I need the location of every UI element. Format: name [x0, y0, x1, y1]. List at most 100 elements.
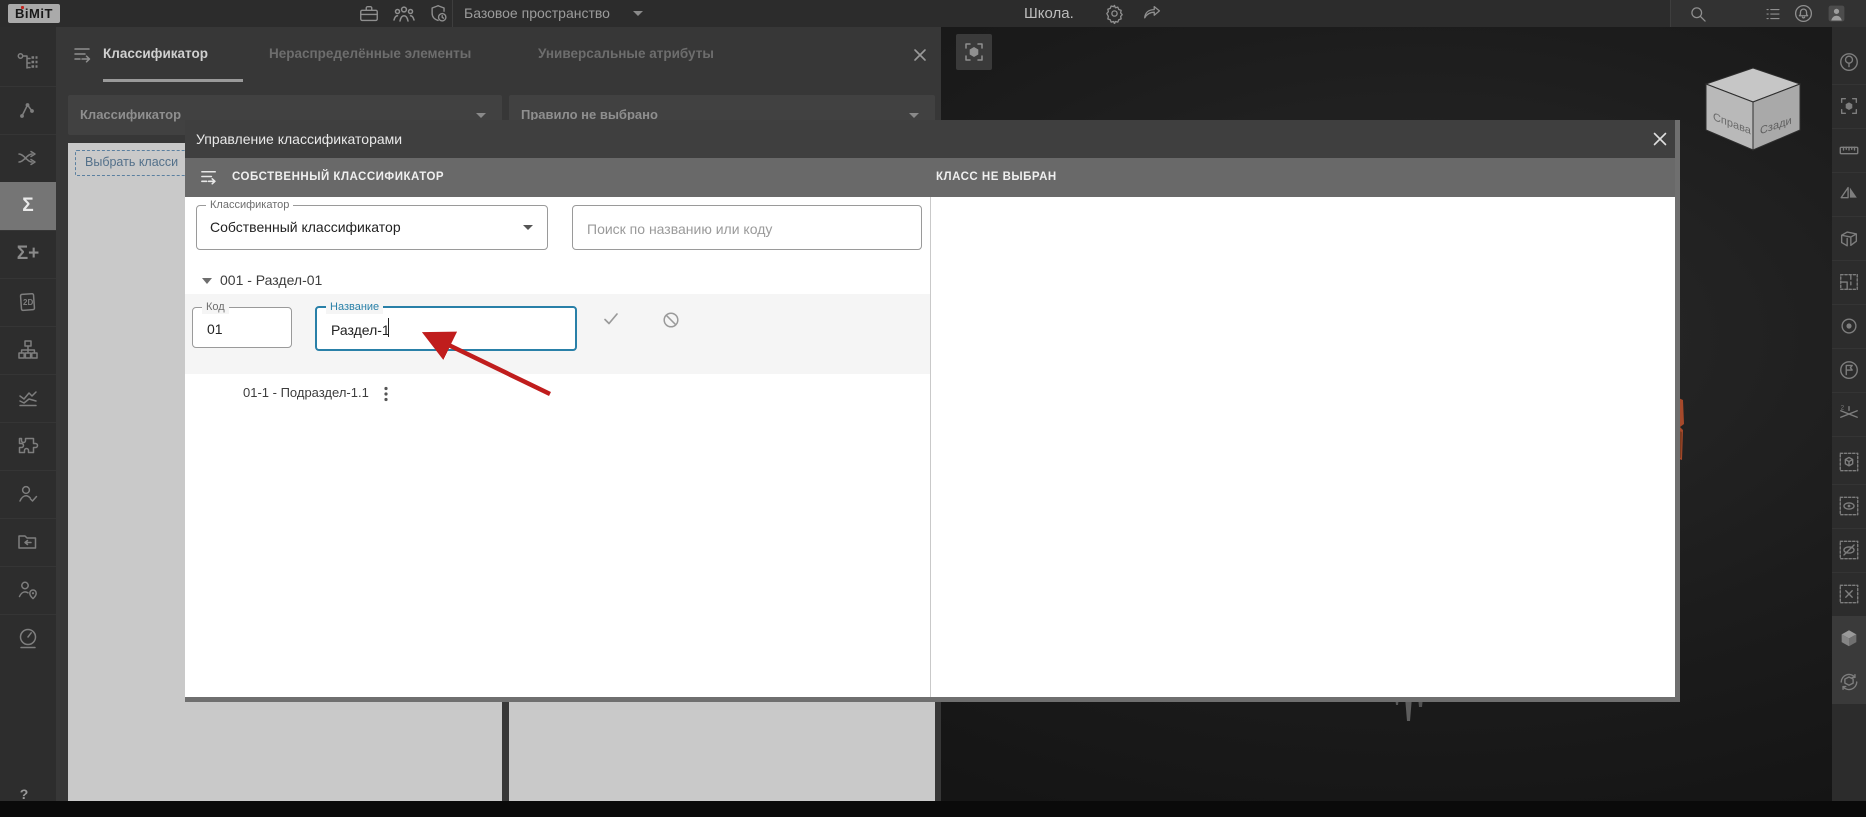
navigation-cube[interactable]: Справа Сзади — [1703, 66, 1803, 152]
focus-selection-icon — [965, 43, 983, 61]
help-button[interactable]: ? — [14, 784, 34, 804]
sidebar-item-classifier-add[interactable]: Σ+ — [0, 230, 56, 279]
bottom-strip — [0, 801, 1866, 817]
code-input[interactable] — [205, 308, 265, 349]
sigma-plus-icon: Σ+ — [16, 243, 40, 264]
project-name: Школа. — [1024, 5, 1074, 22]
confirm-icon[interactable] — [602, 310, 620, 328]
classifier-menu-icon[interactable] — [199, 167, 220, 188]
toolbar-clear-selection-button[interactable] — [1832, 572, 1866, 617]
frame-hexagon-icon — [1840, 97, 1858, 115]
tree-expand-icon[interactable] — [202, 278, 212, 284]
cube-refresh-icon — [1840, 673, 1858, 691]
tree-row-root[interactable]: 001 - Раздел-01 — [185, 268, 930, 294]
modal-titlebar: Управление классификаторами — [185, 120, 1675, 158]
flip-icon — [1840, 186, 1857, 199]
solid-cube-icon — [1841, 630, 1857, 647]
toolbar-isolate-button[interactable] — [1832, 440, 1866, 485]
briefcase-icon[interactable] — [358, 3, 380, 25]
sidebar-item-hierarchy[interactable] — [0, 326, 56, 375]
modal-subheader: СОБСТВЕННЫЙ КЛАССИФИКАТОР КЛАСС НЕ ВЫБРА… — [185, 158, 1675, 197]
toolbar-box-section-button[interactable] — [1832, 216, 1866, 261]
sidebar-item-mapping[interactable] — [0, 134, 56, 183]
focus-selection-button[interactable] — [956, 34, 992, 70]
toolbar-reload-model-button[interactable] — [1832, 660, 1866, 704]
tab-undistributed-elements[interactable]: Нераспределённые элементы — [269, 27, 471, 80]
account-icon[interactable] — [1826, 3, 1847, 24]
sidebar-item-assignments[interactable] — [0, 566, 56, 615]
shuffle-icon — [18, 150, 36, 166]
kebab-menu-icon[interactable] — [379, 385, 393, 403]
target-icon — [1841, 318, 1857, 334]
search-field[interactable] — [572, 205, 922, 251]
toolbar-axes-button[interactable]: 2 — [1832, 392, 1866, 437]
puzzle-icon — [18, 437, 39, 454]
toolbar-select-group-button[interactable] — [1832, 84, 1866, 129]
sidebar-item-import[interactable] — [0, 518, 56, 567]
search-input[interactable] — [585, 206, 895, 251]
sidebar-item-connections[interactable] — [0, 86, 56, 135]
share-icon[interactable] — [1142, 4, 1163, 23]
sidebar-item-plugins[interactable] — [0, 422, 56, 471]
toolbar-solid-mode-button[interactable] — [1832, 616, 1866, 661]
selection-cube-icon — [1839, 452, 1859, 472]
tree-structure-icon — [17, 53, 38, 69]
annotation-arrow — [421, 331, 551, 397]
tree-root-label: 001 - Раздел-01 — [220, 272, 323, 288]
toolbar-section-plane-button[interactable] — [1832, 172, 1866, 217]
sidebar-item-2d[interactable]: 2D — [0, 278, 56, 327]
team-icon[interactable] — [392, 3, 416, 25]
panel-menu-icon[interactable] — [72, 44, 94, 66]
sidebar-item-analytics[interactable] — [0, 374, 56, 423]
toolbar-vegetation-button[interactable] — [1832, 40, 1866, 85]
panel-close-icon[interactable] — [912, 47, 928, 63]
toolbar-hide-button[interactable] — [1832, 528, 1866, 573]
list-icon[interactable] — [1764, 5, 1782, 23]
pane-divider — [930, 197, 931, 697]
classifier-select[interactable]: Классификатор Собственный классификатор — [196, 199, 548, 250]
topbar-divider — [452, 0, 453, 27]
shield-clock-icon[interactable] — [428, 3, 450, 25]
toolbar-flag-button[interactable] — [1832, 348, 1866, 393]
sidebar-item-structure[interactable] — [0, 38, 56, 87]
selection-eye-icon — [1839, 496, 1859, 516]
right-pane-header: КЛАСС НЕ ВЫБРАН — [936, 171, 1057, 183]
classifier-filter-label: Классификатор — [80, 107, 182, 122]
cancel-icon[interactable] — [662, 311, 680, 329]
tree-child-label: 01-1 - Подраздел-1.1 — [243, 385, 369, 400]
floorplan-icon — [1840, 273, 1858, 291]
toolbar-measure-button[interactable] — [1832, 128, 1866, 173]
svg-text:2D: 2D — [23, 298, 33, 307]
toolbar-show-button[interactable] — [1832, 484, 1866, 529]
connector-icon — [20, 103, 34, 118]
active-tab-underline — [103, 79, 243, 82]
viewport-toolbar: 2 — [1832, 27, 1866, 801]
toolbar-locate-button[interactable] — [1832, 304, 1866, 349]
search-icon[interactable] — [1688, 4, 1708, 24]
sidebar-item-classifier[interactable]: Σ — [0, 182, 56, 231]
workspace-selector[interactable]: Базовое пространство — [464, 0, 610, 27]
code-field[interactable]: Код — [192, 301, 292, 349]
folder-import-icon — [18, 535, 37, 549]
box-3d-icon — [1840, 231, 1858, 247]
logo-red-dot — [21, 6, 24, 9]
ruler-icon — [1839, 146, 1859, 155]
tools-sidebar: Σ Σ+ 2D — [0, 27, 56, 801]
notifications-icon[interactable] — [1793, 3, 1814, 24]
person-check-icon — [19, 485, 38, 502]
left-pane-header: СОБСТВЕННЫЙ КЛАССИФИКАТОР — [232, 171, 445, 183]
tab-universal-attributes[interactable]: Универсальные атрибуты — [538, 27, 714, 80]
gear-icon[interactable] — [1104, 3, 1125, 24]
sidebar-item-dashboard[interactable] — [0, 614, 56, 662]
toolbar-floorplan-button[interactable] — [1832, 260, 1866, 305]
tab-classifier[interactable]: Классификатор — [103, 27, 208, 80]
person-location-icon — [18, 581, 37, 600]
modal-title: Управление классификаторами — [196, 131, 403, 147]
modal-close-icon[interactable] — [1652, 131, 1668, 147]
chevron-down-icon[interactable] — [633, 11, 643, 16]
classifier-management-modal: Управление классификаторами СОБСТВЕННЫЙ … — [185, 120, 1680, 702]
topbar: BiMiT Базовое пространство Школа. — [0, 0, 1866, 27]
selection-clear-icon — [1839, 584, 1859, 604]
gauge-icon — [19, 628, 37, 649]
sidebar-item-approvals[interactable] — [0, 470, 56, 519]
